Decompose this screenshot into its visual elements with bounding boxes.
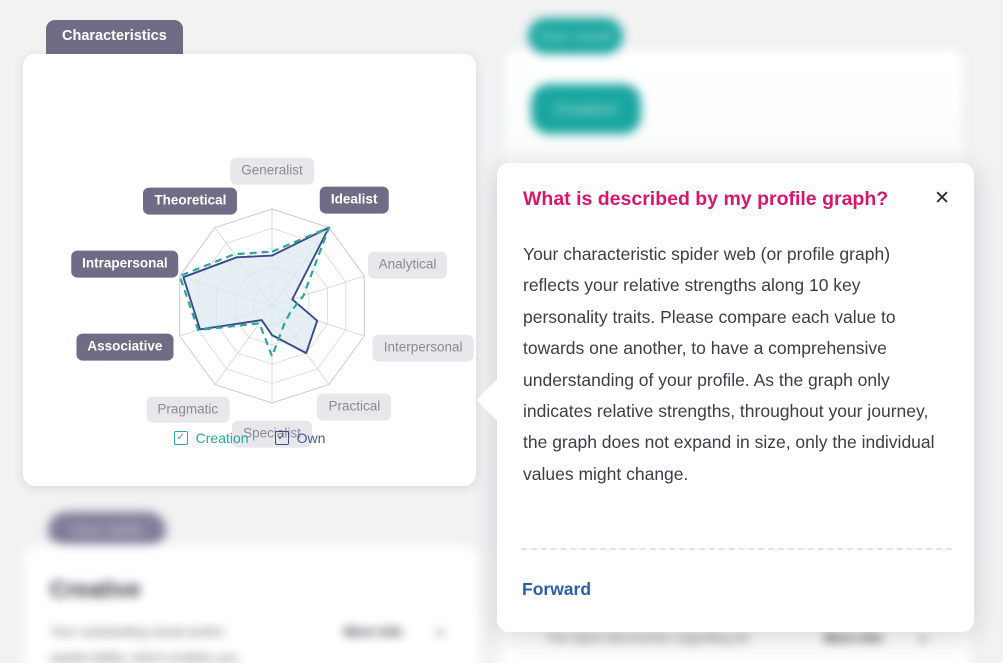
background-result-badge: Your result bbox=[528, 18, 623, 54]
background-skills-card-title: Creative bbox=[50, 576, 141, 602]
tab-characteristics[interactable]: Characteristics bbox=[46, 20, 183, 56]
background-skills-card bbox=[24, 546, 480, 663]
modal-body-text: Your characteristic spider web (or profi… bbox=[523, 244, 935, 484]
modal-header: What is described by my profile graph? ✕ bbox=[523, 187, 954, 212]
checkbox-own[interactable]: ✓ bbox=[274, 431, 289, 445]
background-right-more-info: More info bbox=[824, 630, 883, 645]
trait-chip-associative[interactable]: Associative bbox=[76, 333, 174, 361]
screen-root: Your result Creation Your skills Creativ… bbox=[0, 0, 1003, 663]
profile-graph-info-modal: What is described by my profile graph? ✕… bbox=[477, 163, 974, 632]
background-skills-card-body-line2: spatial ability, which enables you bbox=[50, 650, 238, 663]
radar-series-own-fill bbox=[183, 227, 329, 354]
checkbox-creation[interactable]: ✓ bbox=[173, 431, 188, 445]
close-icon[interactable]: ✕ bbox=[930, 187, 954, 210]
modal-pointer-triangle bbox=[477, 378, 498, 422]
background-skills-more-info-left: More info bbox=[344, 624, 403, 639]
background-creation-badge: Creation bbox=[531, 84, 641, 134]
background-skills-badge: Your skills bbox=[48, 512, 166, 548]
radar-chart: Generalist Idealist Analytical Interpersona… bbox=[23, 54, 476, 448]
trait-chip-interpersonal[interactable]: Interpersonal bbox=[372, 334, 474, 362]
modal-divider bbox=[521, 548, 952, 550]
trait-chip-idealist[interactable]: Idealist bbox=[319, 186, 389, 214]
legend-item-own[interactable]: ✓ Own bbox=[274, 430, 326, 446]
legend-label-own: Own bbox=[296, 430, 326, 446]
trait-chip-theoretical[interactable]: Theoretical bbox=[143, 187, 238, 215]
characteristics-card: Generalist Idealist Analytical Interpersona… bbox=[23, 54, 476, 486]
trait-chip-generalist[interactable]: Generalist bbox=[230, 157, 314, 185]
trait-chip-intrapersonal[interactable]: Intrapersonal bbox=[71, 250, 179, 278]
chevron-down-icon: ⌄ bbox=[434, 622, 448, 639]
modal-title: What is described by my profile graph? bbox=[523, 188, 889, 210]
radar-chart-svg bbox=[178, 208, 365, 404]
legend-item-creation[interactable]: ✓ Creation bbox=[173, 430, 249, 446]
background-skills-card-body-line1: Your outstanding visual and/or bbox=[50, 624, 225, 639]
legend-label-creation: Creation bbox=[195, 430, 249, 446]
trait-chip-practical[interactable]: Practical bbox=[317, 393, 392, 421]
trait-chip-analytical[interactable]: Analytical bbox=[367, 251, 448, 279]
forward-link[interactable]: Forward bbox=[522, 579, 591, 600]
background-right-card-body: The latest discoveries regarding art bbox=[546, 630, 750, 645]
chart-legend: ✓ Creation ✓ Own bbox=[23, 430, 476, 446]
trait-chip-pragmatic[interactable]: Pragmatic bbox=[146, 396, 230, 424]
